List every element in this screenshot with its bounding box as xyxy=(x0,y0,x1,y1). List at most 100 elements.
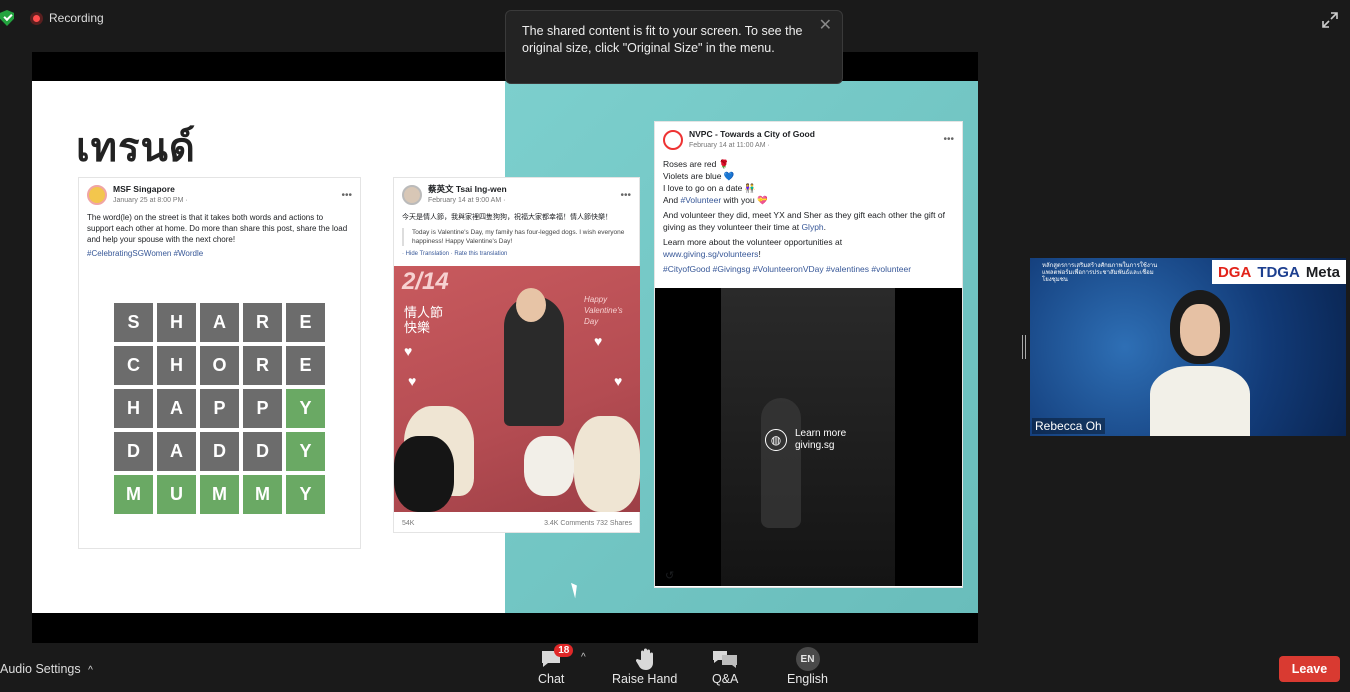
meta-logo: Meta xyxy=(1305,263,1340,281)
wordle-tile: D xyxy=(114,432,153,471)
wordle-tile: A xyxy=(157,432,196,471)
wordle-grid: SHARECHOREHAPPYDADDYMUMMY xyxy=(114,303,325,518)
post-date: February 14 at 11:00 AM · xyxy=(689,142,770,149)
chevron-up-icon: ^ xyxy=(88,665,93,676)
glyph-link: Glyph xyxy=(801,222,824,232)
post-stats: 54K 3.4K Comments 732 Shares xyxy=(394,514,640,533)
chat-button[interactable]: 18 Chat xyxy=(538,644,574,686)
audio-settings-label: Audio Settings xyxy=(0,662,81,676)
participant-face xyxy=(1180,304,1220,356)
wordle-tile: R xyxy=(243,346,282,385)
post-url-line: www.giving.sg/volunteers! xyxy=(655,248,962,263)
wordle-tile: H xyxy=(114,389,153,428)
text: . xyxy=(823,222,827,232)
close-icon[interactable]: ✕ xyxy=(819,17,832,34)
shared-screen[interactable]: เทรนด์ MSF Singapore January 25 at 8:00 … xyxy=(32,52,978,643)
chat-badge: 18 xyxy=(554,644,574,657)
post-video: ◍ Learn more giving.sg ↺ xyxy=(655,288,962,586)
url-link: www.giving.sg/volunteers xyxy=(663,249,759,259)
recording-indicator[interactable]: Recording xyxy=(30,11,104,25)
more-icon: ••• xyxy=(620,189,631,201)
post-text: The word(le) on the street is that it ta… xyxy=(87,213,348,244)
comments-shares: 3.4K Comments 732 Shares xyxy=(544,520,632,527)
poem-line: Roses are red 🌹 xyxy=(663,159,730,169)
fullscreen-icon[interactable] xyxy=(1320,10,1340,30)
notification-text: The shared content is fit to your screen… xyxy=(522,24,803,55)
wordle-tile: D xyxy=(243,432,282,471)
dog-figure xyxy=(574,416,640,512)
language-icon: EN xyxy=(795,647,821,671)
wordle-tile: O xyxy=(200,346,239,385)
participant-figure xyxy=(1150,290,1250,436)
dog-figure xyxy=(394,436,454,512)
wordle-tile: E xyxy=(286,303,325,342)
language-button[interactable]: EN English xyxy=(787,647,828,686)
video-background-banner: หลักสูตรการเสริมสร้างศักยภาพในการใช้งานแ… xyxy=(1030,258,1346,286)
more-icon: ••• xyxy=(341,189,352,201)
qa-label: Q&A xyxy=(712,672,739,686)
audio-settings-button[interactable]: Audio Settings ^ xyxy=(0,662,93,676)
raise-hand-button[interactable]: Raise Hand xyxy=(612,648,677,686)
wordle-tile: E xyxy=(286,346,325,385)
post-hashtags: #CityofGood #Givingsg #VolunteeronVDay #… xyxy=(663,264,912,274)
wordle-tile: M xyxy=(243,475,282,514)
wordle-tile: Y xyxy=(286,475,325,514)
fit-screen-notification: The shared content is fit to your screen… xyxy=(505,10,843,84)
wordle-row: SHARE xyxy=(114,303,325,342)
translation-links: · Hide Translation · Rate this translati… xyxy=(402,251,508,257)
wordle-tile: H xyxy=(157,346,196,385)
post-date: February 14 at 9:00 AM · xyxy=(428,197,506,204)
participant-name: Rebecca Oh xyxy=(1032,418,1105,434)
wordle-tile: A xyxy=(200,303,239,342)
tdga-logo: TDGA xyxy=(1257,263,1300,281)
qa-icon xyxy=(712,648,738,670)
presentation-slide: เทรนด์ MSF Singapore January 25 at 8:00 … xyxy=(32,81,978,613)
wordle-tile: S xyxy=(114,303,153,342)
raise-hand-icon xyxy=(632,648,658,670)
wordle-row: HAPPY xyxy=(114,389,325,428)
qa-button[interactable]: Q&A xyxy=(712,648,738,686)
avatar xyxy=(402,185,422,205)
post-image: 2/14 情人節 快樂 Happy Valentine's Day ♥ ♥ ♥ … xyxy=(394,266,640,512)
post-text: And volunteer they did, meet YX and Sher… xyxy=(655,209,962,236)
wordle-tile: A xyxy=(157,389,196,428)
video-cta: ◍ Learn more giving.sg xyxy=(765,428,846,452)
participant-video[interactable]: หลักสูตรการเสริมสร้างศักยภาพในการใช้งานแ… xyxy=(1030,258,1346,436)
post-hashtags: #CelebratingSGWomen #Wordle xyxy=(87,249,204,258)
hashtag-link: #Volunteer xyxy=(680,195,722,205)
text: ! xyxy=(758,249,761,259)
avatar xyxy=(663,130,683,150)
wordle-tile: U xyxy=(157,475,196,514)
dog-figure xyxy=(524,436,574,496)
post-author: MSF Singapore xyxy=(113,184,175,194)
person-face xyxy=(516,288,546,322)
heart-icon: ♥ xyxy=(594,333,603,349)
resize-handle[interactable] xyxy=(1022,335,1026,359)
wordle-tile: P xyxy=(200,389,239,428)
heart-icon: ♥ xyxy=(404,343,413,359)
chat-label: Chat xyxy=(538,672,565,686)
more-icon: ••• xyxy=(943,134,954,145)
wordle-row: CHORE xyxy=(114,346,325,385)
globe-icon: ◍ xyxy=(765,429,787,451)
facebook-post-nvpc: NVPC - Towards a City of Good February 1… xyxy=(654,121,963,588)
banner-thai-text: หลักสูตรการเสริมสร้างศักยภาพในการใช้งานแ… xyxy=(1042,261,1158,283)
chevron-up-icon[interactable]: ^ xyxy=(581,652,586,663)
post-translation: Today is Valentine's Day, my family has … xyxy=(402,228,631,246)
wordle-tile: P xyxy=(243,389,282,428)
security-shield-icon[interactable] xyxy=(0,10,14,26)
image-date-text: 2/14 xyxy=(402,268,449,295)
replay-icon: ↺ xyxy=(665,570,675,582)
leave-button[interactable]: Leave xyxy=(1279,656,1340,682)
wordle-tile: R xyxy=(243,303,282,342)
facebook-post-tsai: 蔡英文 Tsai Ing-wen February 14 at 9:00 AM … xyxy=(393,177,640,533)
recording-label: Recording xyxy=(49,11,104,25)
wordle-tile: H xyxy=(157,303,196,342)
poem-line: Violets are blue 💙 xyxy=(663,171,735,181)
post-text: 今天是情人節，我與家裡四隻狗狗，祝福大家都幸福！情人節快樂！ xyxy=(402,214,612,221)
facebook-post-msf: MSF Singapore January 25 at 8:00 PM · ••… xyxy=(78,177,361,549)
avatar xyxy=(87,185,107,205)
text: with you 💝 xyxy=(721,195,768,205)
wordle-row: DADDY xyxy=(114,432,325,471)
heart-icon: ♥ xyxy=(408,373,417,389)
